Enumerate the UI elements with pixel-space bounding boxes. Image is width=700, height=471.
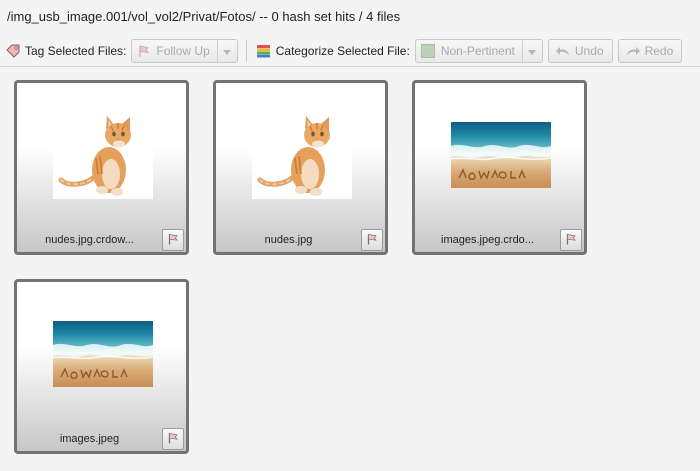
tag-follow-up-button[interactable]: Follow Up [132,40,216,62]
undo-icon [555,45,571,57]
categorize-label-text: Categorize Selected File: [275,43,410,58]
category-split-button[interactable]: Non-Pertinent [414,38,543,63]
category-value: Non-Pertinent [440,43,515,58]
thumbnail-grid: nudes.jpg.crdow... nudes.jpg images.jpeg [14,80,694,465]
file-name: images.jpeg [59,433,120,445]
tag-split-button[interactable]: Follow Up [131,38,238,63]
redo-label: Redo [644,43,674,58]
folder-path: /img_usb_image.001/vol_vol2/Privat/Fotos… [7,9,256,24]
flag-button[interactable] [162,229,184,251]
flag-button[interactable] [162,428,184,450]
beach-thumbnail [451,122,551,188]
hash-summary: -- 0 hash set hits / 4 files [259,9,401,24]
file-name: nudes.jpg [264,234,313,246]
tag-value: Follow Up [156,43,210,58]
path-bar: /img_usb_image.001/vol_vol2/Privat/Fotos… [0,0,700,34]
redo-icon [625,45,641,57]
category-dropdown-arrow[interactable] [521,39,542,62]
tag-files-label-text: Tag Selected Files: [25,43,127,58]
file-name: nudes.jpg.crdow... [45,234,134,246]
cat-thumbnail [53,112,153,199]
flag-button[interactable] [361,229,383,251]
category-non-pertinent-button[interactable]: Non-Pertinent [416,40,522,62]
flag-button[interactable] [560,229,582,251]
category-swatch-icon [420,43,435,58]
tag-files-label: Tag Selected Files: [6,44,126,58]
toolbar: Tag Selected Files: Follow Up Categorize… [0,35,700,67]
cat-thumbnail [252,112,352,199]
redo-button[interactable]: Redo [617,38,683,63]
file-tile[interactable]: nudes.jpg.crdow... [14,80,189,255]
flag-icon [366,233,378,248]
tag-dropdown-arrow[interactable] [216,39,237,62]
beach-thumbnail [53,321,153,387]
toolbar-separator [245,39,247,62]
category-stack-icon [256,44,271,58]
flag-icon [565,233,577,248]
flag-icon [167,233,179,248]
undo-label: Undo [574,43,604,58]
flag-icon [167,432,179,447]
file-tile[interactable]: images.jpeg [14,279,189,454]
chevron-down-icon [223,44,232,58]
chevron-down-icon [528,44,537,58]
file-name: images.jpeg.crdo... [441,234,534,246]
categorize-label: Categorize Selected File: [256,44,410,58]
file-tile[interactable]: nudes.jpg [213,80,388,255]
flag-icon [137,44,151,58]
undo-button[interactable]: Undo [547,38,613,63]
file-tile[interactable]: images.jpeg.crdo... [412,80,587,255]
tag-icon [6,44,20,58]
